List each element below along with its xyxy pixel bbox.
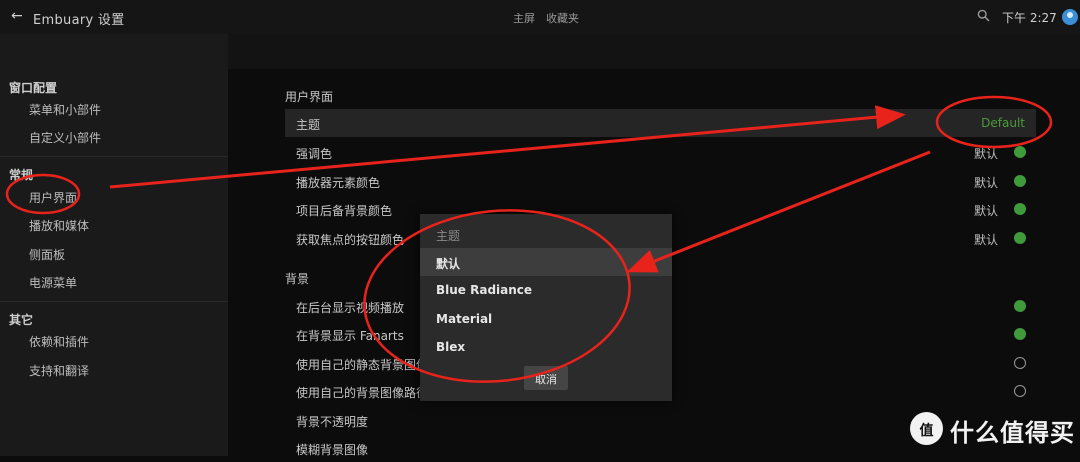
dialog-title: 主题 [436,229,461,243]
setting-label: 在后台显示视频播放 [296,301,405,315]
setting-value: 默认 [973,233,998,247]
sidebar-item-dependencies[interactable]: 依赖和插件 [29,333,89,350]
sidebar-section-general: 常规 [9,168,34,182]
color-swatch-icon [1014,175,1026,187]
setting-label: 背景不透明度 [296,415,369,429]
cancel-button[interactable]: 取消 [524,366,568,390]
setting-value: Default [981,116,1025,130]
section-title-ui: 用户界面 [285,90,334,104]
clock: 下午 2:27 [1002,11,1057,25]
sidebar-section-window: 窗口配置 [9,81,58,95]
search-icon[interactable] [977,9,990,22]
toggle-on-icon[interactable] [1014,300,1026,312]
color-swatch-icon [1014,203,1026,215]
toggle-off-icon[interactable] [1014,385,1026,397]
color-swatch-icon [1014,232,1026,244]
dialog-option-blue-radiance[interactable]: Blue Radiance [420,276,672,304]
option-label: Material [436,312,493,326]
setting-label: 在背景显示 Fanarts [296,329,404,343]
sidebar-divider [0,301,228,302]
top-bar: ← Embuary 设置 主屏 收藏夹 下午 2:27 [0,0,1080,34]
sidebar-divider [0,156,228,157]
theme-select-dialog: 主题 默认 Blue Radiance Material Blex 取消 [420,214,672,401]
watermark-text: 什么值得买 [950,419,1075,447]
setting-row-player-color[interactable]: 播放器元素颜色 默认 [285,167,1036,195]
watermark-badge-text: 值 [919,423,934,439]
setting-label: 模糊背景图像 [296,443,369,457]
setting-value: 默认 [973,147,998,161]
user-avatar-icon[interactable] [1062,9,1078,25]
sidebar [0,34,228,456]
dialog-option-material[interactable]: Material [420,305,672,333]
dialog-option-blex[interactable]: Blex [420,333,672,361]
toggle-on-icon[interactable] [1014,328,1026,340]
setting-label: 强调色 [296,147,333,161]
app-title: Embuary 设置 [33,13,125,28]
sidebar-item-menus-widgets[interactable]: 菜单和小部件 [29,101,101,118]
setting-value: 默认 [973,176,998,190]
sidebar-item-playback-media[interactable]: 播放和媒体 [29,217,89,234]
setting-label: 项目后备背景颜色 [296,204,393,218]
setting-label: 使用自己的背景图像路径 [296,386,429,400]
toggle-off-icon[interactable] [1014,357,1026,369]
color-swatch-icon [1014,146,1026,158]
dialog-option-default[interactable]: 默认 [420,248,672,276]
option-label: Blex [436,340,466,354]
watermark-logo-icon: 值 [910,412,943,445]
cancel-label: 取消 [535,373,557,386]
option-label: 默认 [436,257,461,271]
sidebar-item-custom-widgets[interactable]: 自定义小部件 [29,129,101,146]
setting-label: 获取焦点的按钮颜色 [296,233,405,247]
setting-label: 使用自己的静态背景图像 [296,358,429,372]
setting-row-theme[interactable]: 主题 Default [285,109,1036,137]
section-title-background: 背景 [285,272,310,286]
sidebar-item-side-panel[interactable]: 侧面板 [29,246,65,263]
option-label: Blue Radiance [436,283,533,297]
sidebar-section-other: 其它 [9,313,34,327]
content-header-strip [228,34,1080,69]
setting-value: 默认 [973,204,998,218]
setting-label: 播放器元素颜色 [296,176,381,190]
sidebar-item-support[interactable]: 支持和翻译 [29,362,89,379]
arrow-left-icon[interactable]: ← [11,8,23,24]
sidebar-item-power-menu[interactable]: 电源菜单 [29,274,77,291]
tab-favorites[interactable]: 收藏夹 [546,10,579,26]
tab-home[interactable]: 主屏 [513,10,535,26]
setting-row-accent-color[interactable]: 强调色 默认 [285,138,1036,166]
sidebar-item-user-interface[interactable]: 用户界面 [29,189,77,206]
setting-label: 主题 [296,118,321,132]
